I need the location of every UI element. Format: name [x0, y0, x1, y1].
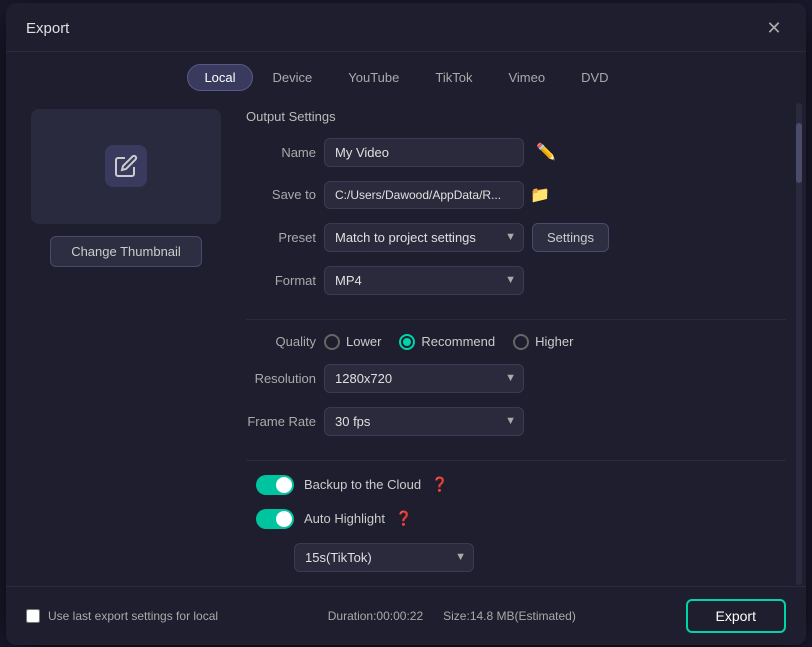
resolution-row: Resolution 1280x720 ▼ [246, 364, 786, 393]
export-button[interactable]: Export [686, 599, 786, 633]
tab-tiktok[interactable]: TikTok [419, 65, 488, 90]
preset-label: Preset [246, 230, 316, 245]
last-settings-label: Use last export settings for local [48, 609, 218, 623]
cloud-backup-row: Backup to the Cloud ❓ [246, 475, 786, 495]
divider-1 [246, 319, 786, 320]
name-input[interactable] [324, 138, 524, 167]
folder-icon[interactable]: 📁 [530, 185, 550, 205]
auto-highlight-toggle-thumb [276, 511, 292, 527]
name-row: Name ✏️ [246, 138, 786, 167]
change-thumbnail-button[interactable]: Change Thumbnail [50, 236, 202, 267]
tab-device[interactable]: Device [257, 65, 329, 90]
quality-row: Quality Lower Recommend Higher [246, 334, 786, 350]
preset-select[interactable]: Match to project settings [324, 223, 524, 252]
format-select-wrap: MP4 ▼ [324, 266, 524, 295]
footer-info: Duration:00:00:22 Size:14.8 MB(Estimated… [328, 609, 576, 623]
tab-vimeo[interactable]: Vimeo [492, 65, 561, 90]
quality-higher[interactable]: Higher [513, 334, 573, 350]
format-label: Format [246, 273, 316, 288]
quality-lower-radio[interactable] [324, 334, 340, 350]
save-to-input[interactable] [324, 181, 524, 209]
cloud-backup-toggle-thumb [276, 477, 292, 493]
format-row: Format MP4 ▼ [246, 266, 786, 295]
cloud-backup-help-icon[interactable]: ❓ [431, 476, 448, 493]
scrollbar-track[interactable] [796, 103, 802, 585]
tab-local[interactable]: Local [187, 64, 252, 91]
cloud-backup-toggle[interactable] [256, 475, 294, 495]
thumbnail-icon [105, 145, 147, 187]
auto-highlight-label: Auto Highlight [304, 511, 385, 526]
right-panel: Output Settings Name ✏️ Save to 📁 Preset [246, 109, 786, 586]
save-to-label: Save to [246, 187, 316, 202]
divider-2 [246, 460, 786, 461]
last-settings-checkbox[interactable] [26, 609, 40, 623]
frame-rate-label: Frame Rate [246, 414, 316, 429]
resolution-label: Resolution [246, 371, 316, 386]
frame-rate-row: Frame Rate 30 fps ▼ [246, 407, 786, 436]
quality-lower-label: Lower [346, 334, 381, 349]
format-select[interactable]: MP4 [324, 266, 524, 295]
name-label: Name [246, 145, 316, 160]
frame-rate-select[interactable]: 30 fps [324, 407, 524, 436]
path-input-wrap: 📁 [324, 181, 550, 209]
save-to-row: Save to 📁 [246, 181, 786, 209]
quality-recommend-radio[interactable] [399, 334, 415, 350]
left-panel: Change Thumbnail [26, 109, 226, 586]
resolution-select-wrap: 1280x720 ▼ [324, 364, 524, 393]
quality-higher-label: Higher [535, 334, 573, 349]
quality-recommend-radio-inner [403, 338, 411, 346]
tab-youtube[interactable]: YouTube [332, 65, 415, 90]
duration-info: Duration:00:00:22 [328, 609, 423, 623]
section-title: Output Settings [246, 109, 786, 124]
export-dialog: Export ✕ Local Device YouTube TikTok Vim… [6, 3, 806, 645]
dialog-title: Export [26, 20, 69, 37]
settings-button[interactable]: Settings [532, 223, 609, 252]
resolution-select[interactable]: 1280x720 [324, 364, 524, 393]
size-info: Size:14.8 MB(Estimated) [443, 609, 576, 623]
ai-icon[interactable]: ✏️ [536, 142, 556, 162]
auto-highlight-toggle[interactable] [256, 509, 294, 529]
highlight-duration-select-wrap: 15s(TikTok) ▼ [294, 543, 474, 572]
preset-row: Preset Match to project settings ▼ Setti… [246, 223, 786, 252]
quality-lower[interactable]: Lower [324, 334, 381, 350]
dialog-header: Export ✕ [6, 3, 806, 52]
highlight-duration-select[interactable]: 15s(TikTok) [294, 543, 474, 572]
footer: Use last export settings for local Durat… [6, 586, 806, 645]
tab-dvd[interactable]: DVD [565, 65, 624, 90]
quality-options: Lower Recommend Higher [324, 334, 573, 350]
frame-rate-select-wrap: 30 fps ▼ [324, 407, 524, 436]
quality-higher-radio[interactable] [513, 334, 529, 350]
quality-recommend-label: Recommend [421, 334, 495, 349]
content-area: Change Thumbnail Output Settings Name ✏️… [6, 99, 806, 586]
thumbnail-preview[interactable] [31, 109, 221, 224]
close-button[interactable]: ✕ [762, 17, 786, 41]
auto-highlight-help-icon[interactable]: ❓ [395, 510, 412, 527]
quality-label: Quality [246, 334, 316, 349]
tabs-row: Local Device YouTube TikTok Vimeo DVD [6, 52, 806, 99]
preset-select-wrap: Match to project settings ▼ [324, 223, 524, 252]
cloud-backup-label: Backup to the Cloud [304, 477, 421, 492]
scrollbar-thumb[interactable] [796, 123, 802, 183]
highlight-select-wrap: 15s(TikTok) ▼ [294, 543, 786, 572]
auto-highlight-row: Auto Highlight ❓ [246, 509, 786, 529]
checkbox-row: Use last export settings for local [26, 609, 218, 623]
quality-recommend[interactable]: Recommend [399, 334, 495, 350]
